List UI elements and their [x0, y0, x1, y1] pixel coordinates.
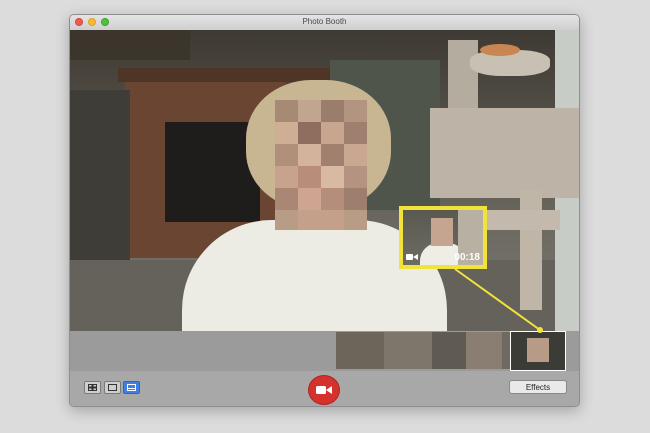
pixelated-face-mosaic: [275, 100, 367, 230]
single-view-button[interactable]: [104, 381, 121, 394]
cat-tree-box: [430, 108, 579, 198]
record-button[interactable]: [308, 375, 340, 405]
camera-preview: [70, 30, 579, 331]
grid-view-icon: [88, 384, 97, 391]
left-cabinet: [70, 90, 130, 280]
bottom-toolbar: Effects: [70, 371, 579, 406]
thumbnail-3[interactable]: [432, 332, 466, 369]
thumbnail-4[interactable]: [466, 332, 502, 369]
video-duration: 00:18: [454, 252, 480, 263]
video-camera-icon: [406, 254, 418, 260]
cat: [480, 44, 520, 56]
strip-view-button[interactable]: [123, 381, 140, 394]
bookshelf: [70, 30, 190, 60]
strip-view-icon: [127, 384, 136, 391]
thumbnail-selected[interactable]: [510, 331, 566, 371]
photo-strip: [70, 331, 579, 371]
callout-face: [431, 218, 453, 246]
single-view-icon: [108, 384, 117, 391]
window-title: Photo Booth: [302, 17, 347, 26]
pixelated-face: [275, 100, 367, 230]
thumbnail-2[interactable]: [384, 332, 432, 369]
title-bar: Photo Booth: [70, 15, 579, 31]
grid-view-button[interactable]: [84, 381, 101, 394]
thumbnail-face: [527, 338, 549, 362]
video-thumbnail-callout: 00:18: [399, 206, 487, 269]
video-camera-icon: [316, 386, 332, 394]
cat-tree-post: [520, 190, 542, 310]
effects-button[interactable]: Effects: [509, 380, 567, 394]
thumbnail-1[interactable]: [336, 332, 384, 369]
photo-booth-window: Photo Booth Effects: [69, 14, 580, 407]
